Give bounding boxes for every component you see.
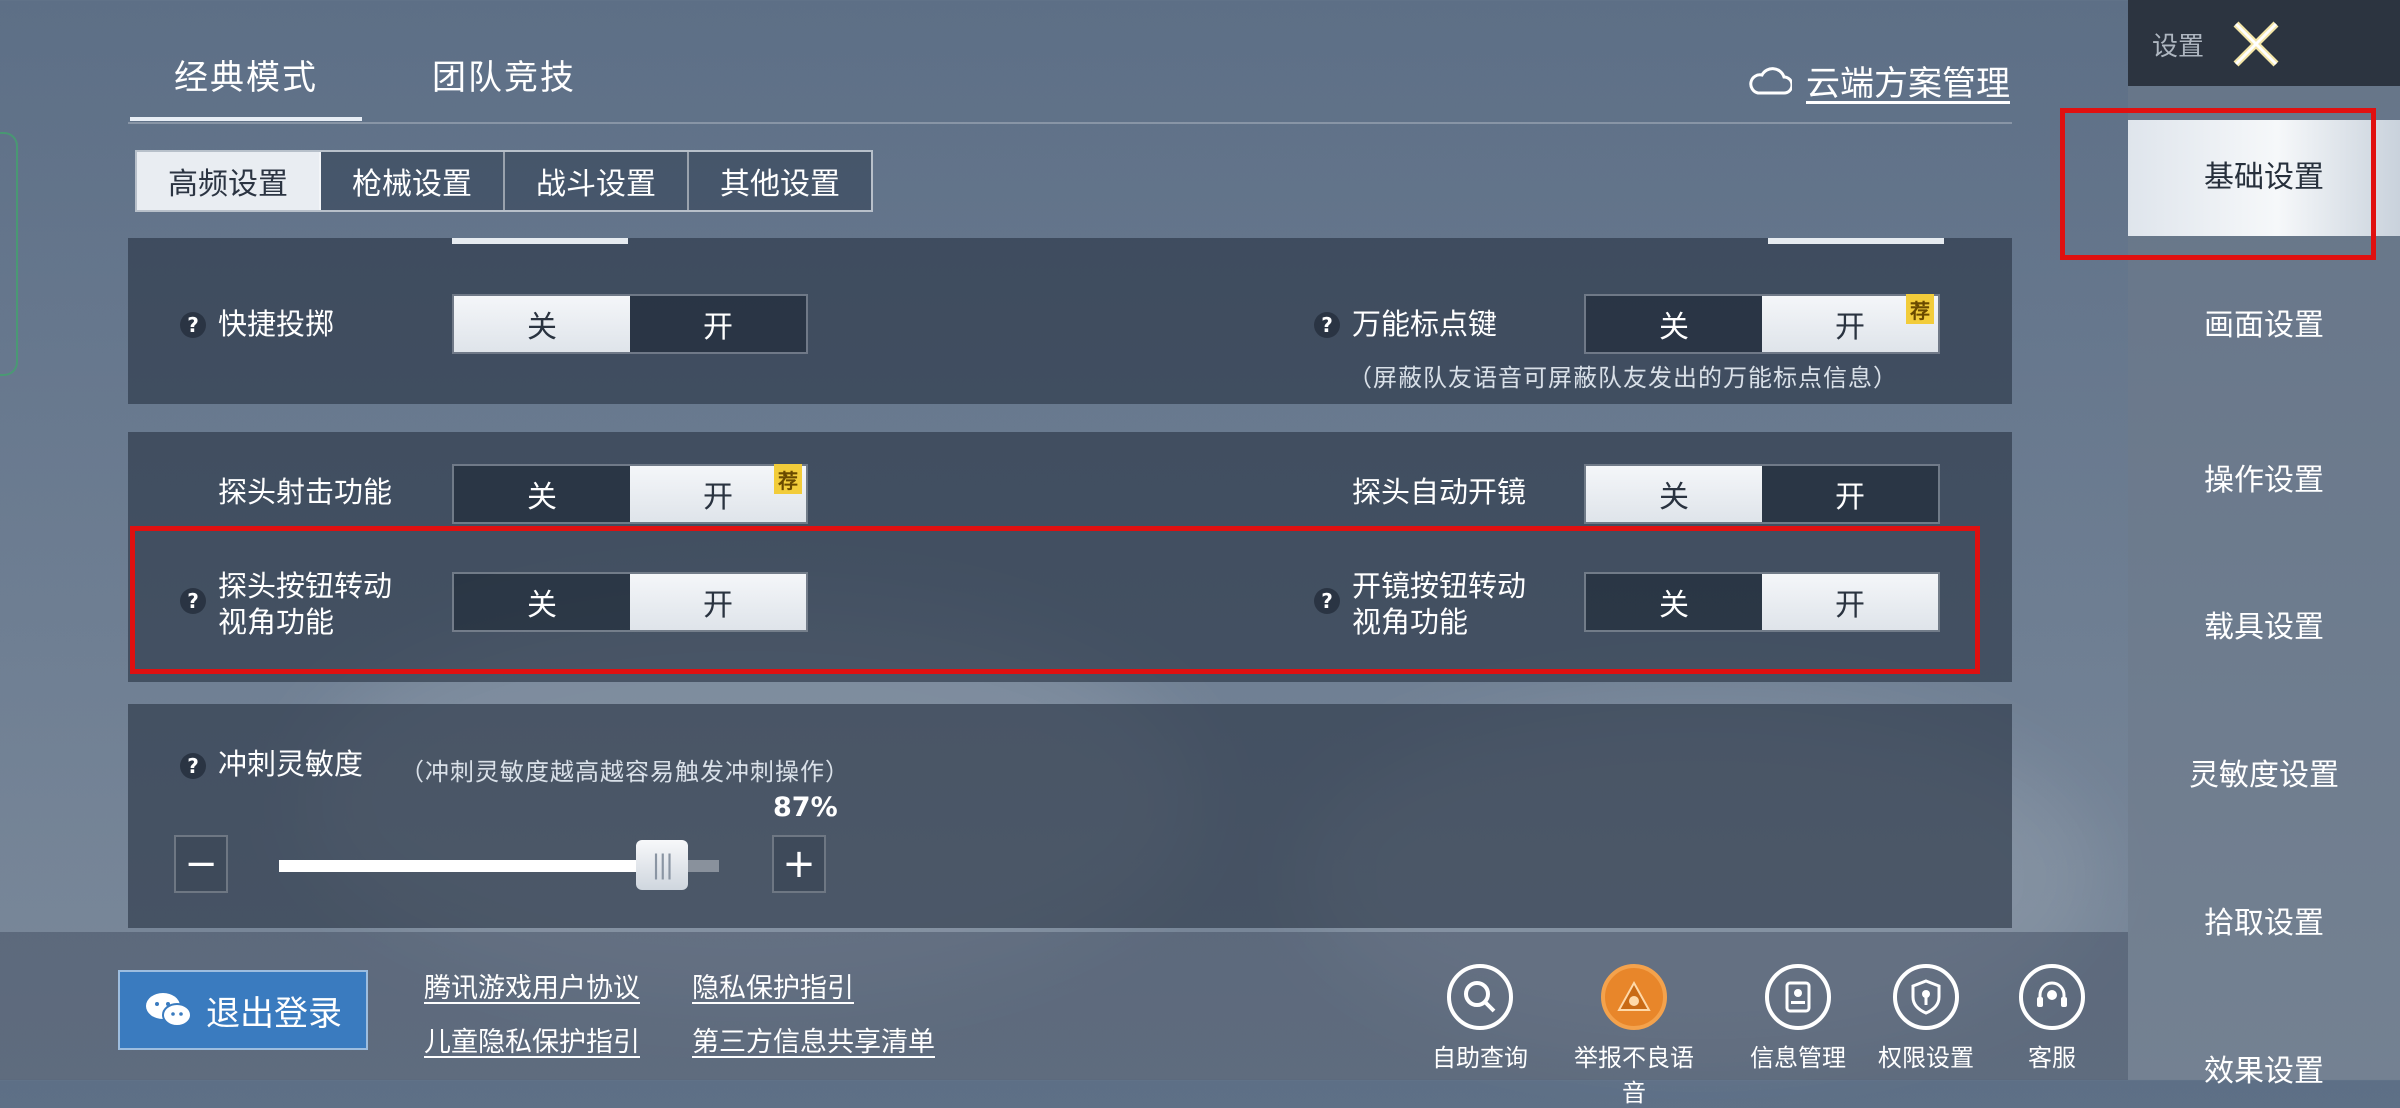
toggle-on-option[interactable]: 开 (1762, 466, 1938, 522)
toggle-off-option[interactable]: 关 (1586, 466, 1762, 522)
toggle-off-option[interactable]: 关 (454, 466, 630, 522)
scrolled-toggle-edge (452, 238, 628, 244)
subtab-weapon[interactable]: 枪械设置 (321, 152, 505, 210)
recommend-badge: 荐 (774, 464, 802, 494)
logout-button[interactable]: 退出登录 (118, 970, 368, 1050)
slider-thumb[interactable]: ||| (635, 840, 688, 890)
shield-icon (1893, 964, 1959, 1030)
sidebar-title: 设置 (2152, 32, 2205, 62)
help-icon[interactable]: ? (1314, 312, 1340, 338)
help-icon[interactable]: ? (180, 753, 206, 779)
link-child-privacy[interactable]: 儿童隐私保护指引 (424, 1020, 640, 1059)
quick-throw-toggle[interactable]: 关 开 (452, 294, 808, 354)
peek-shoot-label: 探头射击功能 (218, 475, 393, 509)
toggle-off-option[interactable]: 关 (454, 296, 630, 352)
left-edge-glow (0, 132, 18, 376)
quick-throw-label: 快捷投掷 (218, 307, 335, 341)
universal-mark-label: 万能标点键 (1352, 307, 1498, 341)
tab-team-deathmatch[interactable]: 团队竞技 (432, 50, 576, 99)
tool-label: 自助查询 (1432, 1044, 1528, 1072)
tab-classic-mode[interactable]: 经典模式 (130, 50, 362, 121)
logout-label: 退出登录 (206, 993, 342, 1034)
toggle-on-label: 开 (703, 480, 733, 515)
link-privacy-guide[interactable]: 隐私保护指引 (692, 966, 854, 1005)
tab-divider (128, 122, 2012, 124)
subtab-combat[interactable]: 战斗设置 (505, 152, 689, 210)
scrolled-toggle-edge (1768, 238, 1944, 244)
slider-fill (279, 860, 662, 872)
headset-icon (2019, 964, 2085, 1030)
tool-label: 客服 (2028, 1044, 2076, 1072)
sidebar-item-effects[interactable]: 效果设置 (2128, 1046, 2400, 1090)
tool-self-service[interactable]: 自助查询 (1410, 964, 1550, 1073)
tool-customer-service[interactable]: 客服 (1982, 964, 2122, 1073)
subtab-high-frequency[interactable]: 高频设置 (137, 152, 321, 210)
sprint-sensitivity-slider[interactable]: ||| (279, 840, 719, 890)
tool-permissions[interactable]: 权限设置 (1856, 964, 1996, 1073)
toggle-off-option[interactable]: 关 (1586, 296, 1762, 352)
toggle-on-option[interactable]: 开 荐 (1762, 294, 1938, 352)
sprint-sensitivity-label: 冲刺灵敏度 (218, 747, 364, 781)
cloud-icon (1749, 66, 1792, 94)
toggle-on-label: 开 (1835, 310, 1865, 345)
link-user-agreement[interactable]: 腾讯游戏用户协议 (424, 966, 640, 1005)
sprint-sensitivity-note: （冲刺灵敏度越高越容易触发冲刺操作） (400, 758, 850, 786)
profile-icon (1765, 964, 1831, 1030)
increase-button[interactable]: + (772, 835, 826, 893)
sidebar-item-graphics[interactable]: 画面设置 (2128, 300, 2400, 344)
highlight-box-basic (2060, 108, 2376, 260)
recommend-badge: 荐 (1906, 294, 1934, 324)
tool-report-voice[interactable]: 举报不良语音 (1564, 964, 1704, 1108)
tool-label: 信息管理 (1750, 1044, 1846, 1072)
peek-shoot-toggle[interactable]: 关 开 荐 (452, 464, 808, 524)
toggle-on-option[interactable]: 开 (630, 296, 806, 352)
sprint-sensitivity-value: 87% (773, 792, 838, 823)
tool-info-manage[interactable]: 信息管理 (1728, 964, 1868, 1073)
cloud-manage-label: 云端方案管理 (1806, 64, 2010, 104)
sidebar-item-controls[interactable]: 操作设置 (2128, 455, 2400, 499)
sidebar-item-sensitivity[interactable]: 灵敏度设置 (2128, 750, 2400, 794)
search-icon (1447, 964, 1513, 1030)
peek-auto-scope-label: 探头自动开镜 (1352, 475, 1527, 509)
universal-mark-toggle[interactable]: 关 开 荐 (1584, 294, 1940, 354)
close-icon[interactable] (2226, 14, 2286, 74)
wechat-icon (146, 993, 192, 1027)
tool-label: 权限设置 (1878, 1044, 1974, 1072)
tool-label: 举报不良语音 (1574, 1044, 1694, 1107)
toggle-on-option[interactable]: 开 荐 (630, 464, 806, 522)
sub-tab-bar: 高频设置 枪械设置 战斗设置 其他设置 (135, 150, 873, 212)
sidebar-item-vehicle[interactable]: 载具设置 (2128, 602, 2400, 646)
cloud-manage-link[interactable]: 云端方案管理 (1748, 56, 2010, 105)
peek-auto-scope-toggle[interactable]: 关 开 (1584, 464, 1940, 524)
help-icon[interactable]: ? (180, 312, 206, 338)
subtab-other[interactable]: 其他设置 (689, 152, 871, 210)
highlight-box-rotate-view (130, 526, 1980, 674)
report-icon (1601, 964, 1667, 1030)
settings-panel-sprint (128, 704, 2012, 928)
link-third-party-list[interactable]: 第三方信息共享清单 (692, 1020, 935, 1059)
sidebar-item-pickup[interactable]: 拾取设置 (2128, 898, 2400, 942)
universal-mark-note: （屏蔽队友语音可屏蔽队友发出的万能标点信息） (1348, 364, 1898, 392)
decrease-button[interactable]: − (174, 835, 228, 893)
